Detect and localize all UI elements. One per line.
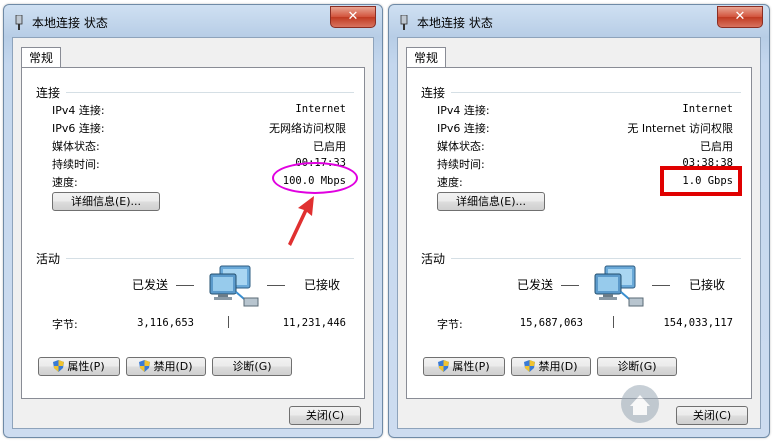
speed-label: 速度:: [437, 176, 463, 189]
properties-button[interactable]: 属性(P): [38, 357, 120, 376]
details-button[interactable]: 详细信息(E)...: [52, 192, 160, 211]
title-close-button[interactable]: ✕: [717, 6, 763, 28]
uac-shield-icon: [53, 360, 65, 372]
window-client: 常规 连接 IPv4 连接: Internet IPv6 连接: 无 Inter…: [397, 37, 761, 429]
bytes-sent: 15,687,063: [519, 317, 583, 329]
section-divider: [66, 92, 354, 93]
window-title: 本地连接 状态: [417, 16, 493, 30]
disable-button[interactable]: 禁用(D): [511, 357, 591, 376]
bytes-received: 11,231,446: [282, 317, 346, 329]
general-panel: 连接 IPv4 连接: Internet IPv6 连接: 无网络访问权限 媒体…: [21, 67, 365, 399]
title-bar[interactable]: 本地连接 状态 ✕: [389, 5, 769, 37]
disable-button[interactable]: 禁用(D): [126, 357, 206, 376]
ipv4-label: IPv4 连接:: [437, 104, 490, 117]
window-client: 常规 连接 IPv4 连接: Internet IPv6 连接: 无网络访问权限…: [12, 37, 374, 429]
network-adapter-icon: [400, 15, 408, 30]
ipv4-value: Internet: [682, 103, 733, 115]
ipv6-value: 无网络访问权限: [269, 122, 346, 135]
bytes-divider: [228, 316, 229, 328]
title-close-button[interactable]: ✕: [330, 6, 376, 28]
status-window-right: 本地连接 状态 ✕ 常规 连接 IPv4 连接: Internet IPv6 连…: [388, 4, 770, 438]
uac-shield-icon: [438, 360, 450, 372]
general-panel: 连接 IPv4 连接: Internet IPv6 连接: 无 Internet…: [406, 67, 752, 399]
close-button[interactable]: 关闭(C): [676, 406, 748, 425]
speed-highlight-ellipse: [272, 162, 358, 194]
uac-shield-icon: [524, 360, 536, 372]
duration-label: 持续时间:: [52, 158, 100, 171]
window-title: 本地连接 状态: [32, 16, 108, 30]
connection-section-label: 连接: [36, 86, 61, 100]
bytes-divider: [613, 316, 614, 328]
section-divider: [66, 258, 354, 259]
tab-general[interactable]: 常规: [406, 47, 446, 68]
received-dash: [652, 285, 670, 286]
network-adapter-icon: [15, 15, 23, 30]
media-state-label: 媒体状态:: [52, 140, 100, 153]
speed-label: 速度:: [52, 176, 78, 189]
sent-label: 已发送: [517, 278, 554, 292]
ipv6-label: IPv6 连接:: [437, 122, 490, 135]
sent-dash: [561, 285, 579, 286]
disable-button-label: 禁用(D): [153, 360, 193, 373]
connection-section-label: 连接: [421, 86, 446, 100]
properties-button-label: 属性(P): [452, 360, 490, 373]
received-dash: [267, 285, 285, 286]
ipv6-label: IPv6 连接:: [52, 122, 105, 135]
media-state-label: 媒体状态:: [437, 140, 485, 153]
ipv4-value: Internet: [295, 103, 346, 115]
close-icon: ✕: [734, 9, 746, 24]
media-state-value: 已启用: [700, 140, 733, 153]
sent-dash: [176, 285, 194, 286]
status-window-left: 本地连接 状态 ✕ 常规 连接 IPv4 连接: Internet IPv6 连…: [3, 4, 383, 438]
bytes-sent: 3,116,653: [137, 317, 194, 329]
bytes-label: 字节:: [437, 318, 463, 331]
network-computers-icon: [209, 265, 259, 307]
properties-button[interactable]: 属性(P): [423, 357, 505, 376]
duration-label: 持续时间:: [437, 158, 485, 171]
activity-section-label: 活动: [421, 252, 446, 266]
title-bar[interactable]: 本地连接 状态 ✕: [4, 5, 382, 37]
network-computers-icon: [594, 265, 644, 307]
tab-general[interactable]: 常规: [21, 47, 61, 68]
diagnose-button[interactable]: 诊断(G): [597, 357, 677, 376]
annotation-arrow: [288, 196, 314, 246]
properties-button-label: 属性(P): [67, 360, 105, 373]
uac-shield-icon: [139, 360, 151, 372]
disable-button-label: 禁用(D): [538, 360, 578, 373]
bytes-label: 字节:: [52, 318, 78, 331]
diagnose-button[interactable]: 诊断(G): [212, 357, 292, 376]
received-label: 已接收: [304, 278, 341, 292]
ipv6-value: 无 Internet 访问权限: [627, 122, 733, 135]
ipv4-label: IPv4 连接:: [52, 104, 105, 117]
activity-section-label: 活动: [36, 252, 61, 266]
media-state-value: 已启用: [313, 140, 346, 153]
details-button[interactable]: 详细信息(E)...: [437, 192, 545, 211]
watermark-logo: [621, 385, 659, 423]
sent-label: 已发送: [132, 278, 169, 292]
close-button[interactable]: 关闭(C): [289, 406, 361, 425]
section-divider: [451, 92, 741, 93]
section-divider: [451, 258, 741, 259]
close-icon: ✕: [347, 9, 359, 24]
speed-highlight-rect: [660, 166, 742, 196]
bytes-received: 154,033,117: [663, 317, 733, 329]
received-label: 已接收: [689, 278, 726, 292]
